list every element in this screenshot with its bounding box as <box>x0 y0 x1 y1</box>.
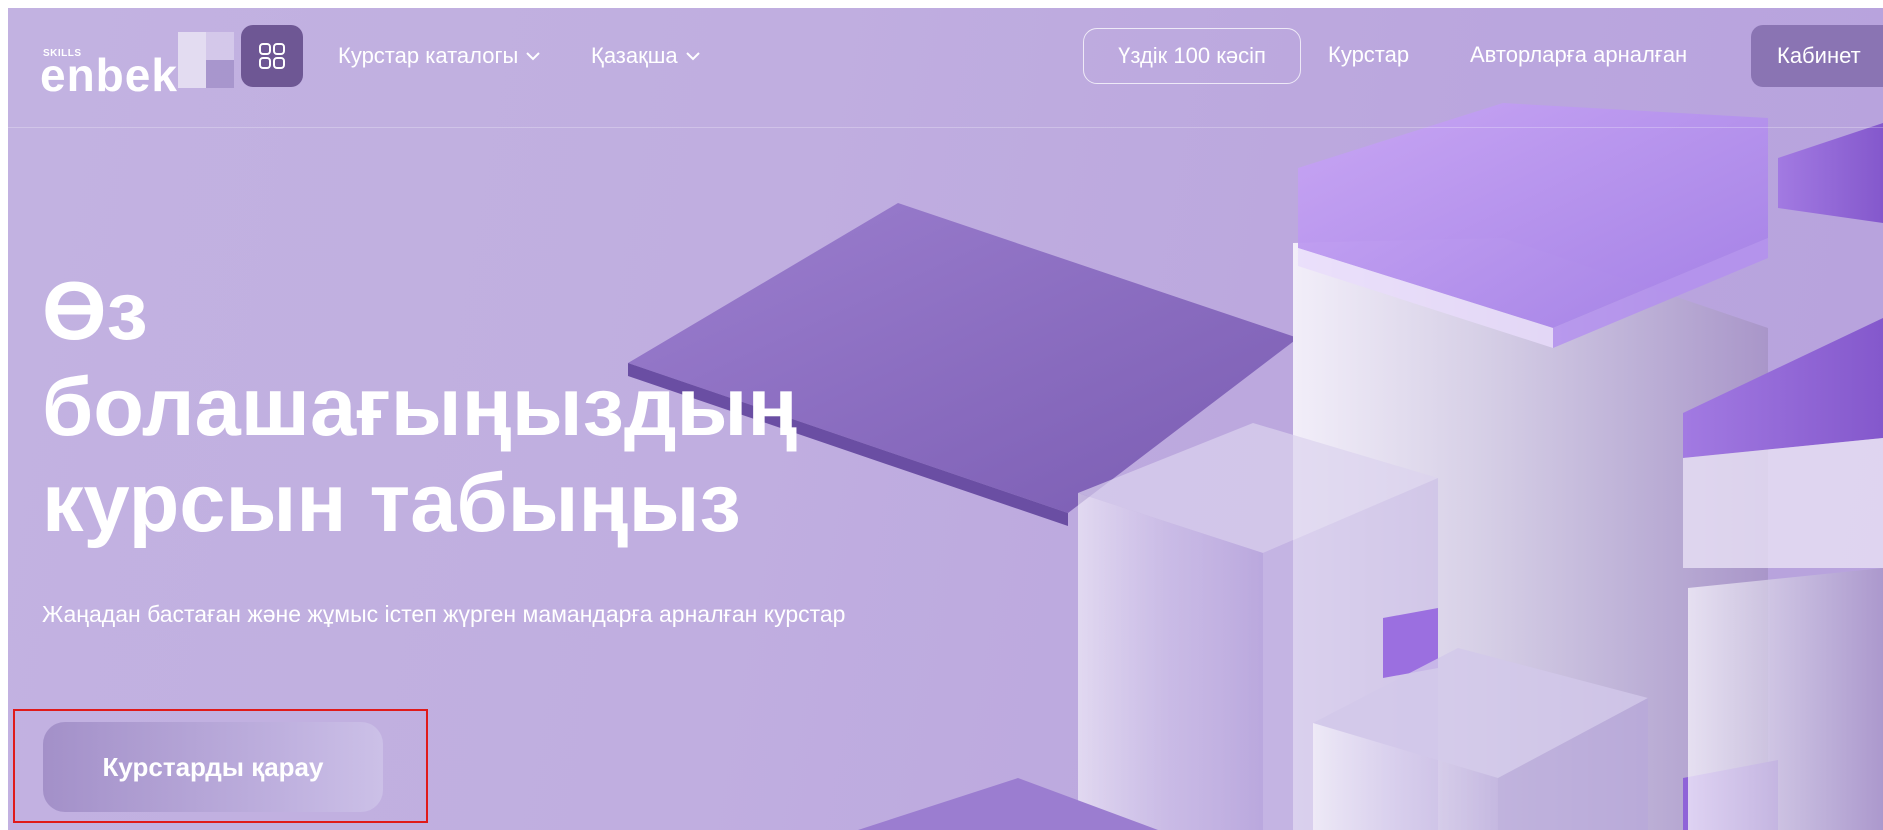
hero-title-line-3: курсын табыңыз <box>42 456 741 549</box>
view-courses-button[interactable]: Курстарды қарау <box>43 722 383 812</box>
top-100-professions-button[interactable]: Үздік 100 кәсіп <box>1083 28 1301 84</box>
cabinet-button[interactable]: Кабинет <box>1751 25 1883 87</box>
catalog-dropdown[interactable]: Курстар каталогы <box>338 36 541 76</box>
hero-title-line-2: болашағыңыздың <box>42 360 798 453</box>
language-dropdown-label: Қазақша <box>591 43 678 68</box>
apps-grid-icon <box>259 43 285 69</box>
chevron-down-icon <box>526 52 541 61</box>
nav-link-courses[interactable]: Курстар <box>1328 35 1409 75</box>
top-100-label: Үздік 100 кәсіп <box>1118 43 1266 68</box>
view-courses-label: Курстарды қарау <box>102 751 324 782</box>
chevron-down-icon <box>685 52 700 61</box>
hero-section: SKILLS enbek Курстар каталогы Қазақша Үз… <box>8 8 1883 830</box>
site-header: SKILLS enbek Курстар каталогы Қазақша Үз… <box>8 8 1883 128</box>
nav-authors-label: Авторларға арналған <box>1470 42 1688 67</box>
nav-link-authors[interactable]: Авторларға арналған <box>1470 35 1687 75</box>
skills-enbek-logo[interactable]: SKILLS enbek <box>40 24 234 101</box>
apps-menu-button[interactable] <box>241 25 303 87</box>
catalog-dropdown-label: Курстар каталогы <box>338 43 519 68</box>
logo-main-text: enbek <box>40 49 178 101</box>
language-dropdown[interactable]: Қазақша <box>591 36 700 76</box>
hero-title-line-1: Өз <box>42 264 148 357</box>
cabinet-label: Кабинет <box>1777 43 1861 68</box>
hero-title: Өз болашағыңыздың курсын табыңыз <box>42 263 942 551</box>
nav-courses-label: Курстар <box>1328 42 1410 67</box>
hero-subtitle: Жаңадан бастаған және жұмыс істеп жүрген… <box>42 601 846 627</box>
